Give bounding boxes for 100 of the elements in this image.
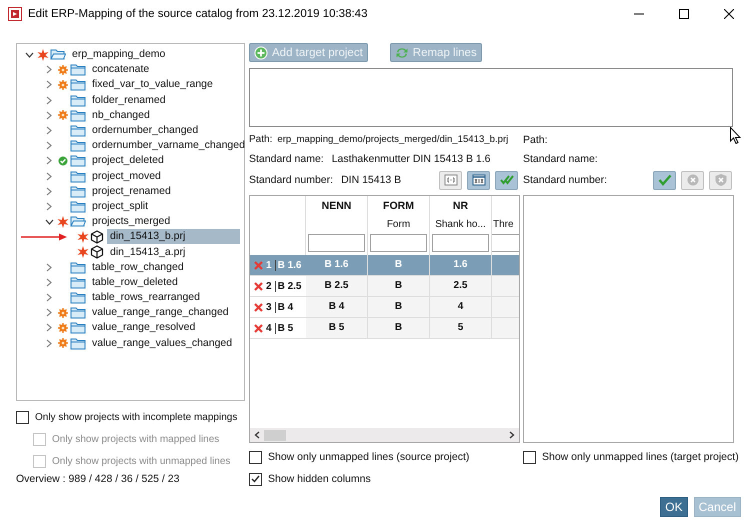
filter-field[interactable] <box>492 234 519 252</box>
tree-item[interactable]: table_row_deleted <box>89 274 181 290</box>
description-field[interactable] <box>249 68 733 127</box>
tree-item[interactable]: project_moved <box>89 168 164 184</box>
column-header[interactable]: FORM <box>383 200 414 212</box>
tree-item[interactable]: table_rows_rearranged <box>89 290 203 306</box>
conflict-star-icon <box>37 48 49 61</box>
open-folder-icon <box>50 48 66 62</box>
table-cell: 2.5 <box>430 276 492 296</box>
tree-item[interactable]: ordernumber_varname_changed <box>89 138 248 154</box>
scroll-thumb[interactable] <box>264 430 286 440</box>
tree-item[interactable]: fixed_var_to_value_range <box>89 77 216 92</box>
filter-field[interactable] <box>370 234 427 252</box>
column-header[interactable]: NENN <box>322 200 352 212</box>
scroll-left-icon[interactable] <box>254 431 260 439</box>
folder-icon <box>70 108 86 122</box>
chevron-right-icon[interactable] <box>46 186 52 196</box>
standard-name-value: Lasthakenmutter DIN 15413 B 1.6 <box>332 152 490 164</box>
tree-item[interactable]: projects_merged <box>89 214 174 230</box>
chevron-down-icon[interactable] <box>24 52 34 58</box>
row-label: B 4 <box>274 302 294 312</box>
row-label: B 1.6 <box>274 260 302 270</box>
open-folder-icon <box>70 215 86 228</box>
tool-button[interactable] <box>467 170 490 190</box>
standard-name-label: Standard name: <box>249 152 324 164</box>
column-header[interactable]: NR <box>452 200 468 212</box>
chevron-right-icon[interactable] <box>46 278 52 287</box>
chevron-down-icon[interactable] <box>44 218 54 225</box>
tree-item[interactable]: project_split <box>89 198 152 214</box>
tree-item[interactable]: din_15413_a.prj <box>107 244 188 260</box>
chevron-right-icon[interactable] <box>46 141 52 150</box>
column-subheader: Form <box>386 219 410 230</box>
ok-button[interactable]: OK <box>660 497 688 517</box>
tree-item[interactable]: folder_renamed <box>89 92 169 108</box>
standard-name-label: Standard name: <box>523 152 598 164</box>
chevron-right-icon[interactable] <box>46 323 52 332</box>
folder-icon <box>70 170 86 183</box>
table-cell: B 2.5 <box>306 276 368 296</box>
tree-item[interactable]: concatenate <box>89 62 152 78</box>
tree-item[interactable]: erp_mapping_demo <box>69 47 168 62</box>
checkbox-label: Show only unmapped lines (source project) <box>268 451 470 463</box>
folder-icon <box>70 139 86 152</box>
gear-icon <box>58 308 68 318</box>
tree-item[interactable]: din_15413_b.prj <box>107 229 240 244</box>
cube-icon <box>90 245 104 260</box>
close-icon[interactable] <box>724 9 734 19</box>
path-value: erp_mapping_demo/projects_merged/din_15413_b.prj <box>277 134 508 145</box>
gear-icon <box>58 338 68 348</box>
chevron-right-icon[interactable] <box>46 96 52 105</box>
tree-item[interactable]: value_range_range_changed <box>89 305 232 320</box>
gear-icon <box>58 64 68 75</box>
chevron-right-icon[interactable] <box>46 202 52 211</box>
checkbox-label: Show hidden columns <box>268 473 371 485</box>
window-title: Edit ERP-Mapping of the source catalog from 23.12.2019 10:38:43 <box>28 8 368 20</box>
chevron-right-icon[interactable] <box>46 338 52 348</box>
chevron-right-icon[interactable] <box>46 110 52 120</box>
chevron-right-icon[interactable] <box>46 65 52 74</box>
scroll-right-icon[interactable] <box>509 431 515 439</box>
checkbox-label: Show only unmapped lines (target project) <box>542 451 739 463</box>
tree-item[interactable]: value_range_values_changed <box>89 336 236 351</box>
plus-circle-icon <box>254 46 268 60</box>
checkbox[interactable] <box>16 410 29 424</box>
chevron-right-icon[interactable] <box>46 80 52 90</box>
row-number: 1 <box>266 260 272 270</box>
folder-icon <box>70 260 86 274</box>
column-subheader: Shank ho... <box>435 219 486 230</box>
tree-item[interactable]: table_row_changed <box>89 260 187 275</box>
table-row[interactable]: 2 B 2.5 B 2.5 B 2.5 <box>250 276 519 297</box>
chevron-right-icon[interactable] <box>46 126 52 136</box>
standard-number-label: Standard number: <box>249 174 334 186</box>
folder-icon <box>70 63 86 76</box>
tree-item[interactable]: ordernumber_changed <box>89 123 202 138</box>
table-cell: B 4 <box>306 297 368 317</box>
table-row[interactable]: 3 B 4 B 4 B 4 <box>250 297 519 318</box>
checkbox[interactable] <box>523 450 536 464</box>
gear-icon <box>58 322 68 333</box>
check-icon <box>658 173 672 187</box>
row-number: 4 <box>266 322 272 334</box>
chevron-right-icon[interactable] <box>46 262 52 272</box>
folder-icon <box>70 154 86 168</box>
horizontal-scrollbar[interactable] <box>250 428 519 442</box>
checkbox[interactable] <box>249 450 262 464</box>
filter-field[interactable] <box>432 234 489 252</box>
tree-item[interactable]: project_deleted <box>89 153 167 168</box>
tool-button[interactable] <box>653 170 676 190</box>
folder-icon <box>70 291 86 304</box>
chevron-right-icon[interactable] <box>46 156 52 166</box>
chevron-right-icon[interactable] <box>46 308 52 318</box>
maximize-icon[interactable] <box>679 9 689 19</box>
tool-button[interactable] <box>495 170 518 190</box>
table-row[interactable]: 4 B 5 B 5 B 5 <box>250 318 519 339</box>
tool-button[interactable] <box>439 170 462 190</box>
filter-field[interactable] <box>308 234 365 252</box>
chevron-right-icon[interactable] <box>46 293 52 302</box>
checkbox[interactable] <box>249 472 262 486</box>
tree-item[interactable]: value_range_resolved <box>89 320 198 336</box>
folder-icon <box>70 336 86 350</box>
tree-item[interactable]: nb_changed <box>89 108 153 123</box>
chevron-right-icon[interactable] <box>46 172 52 181</box>
tree-item[interactable]: project_renamed <box>89 184 174 199</box>
